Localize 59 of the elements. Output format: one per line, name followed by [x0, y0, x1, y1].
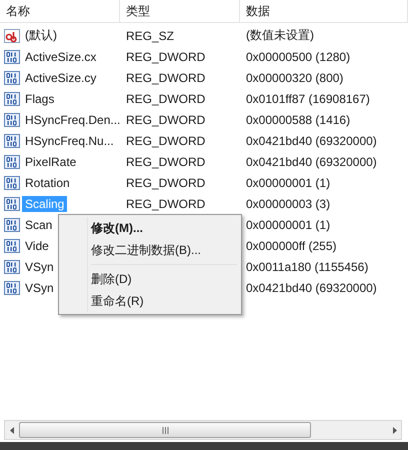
string-value-icon — [4, 28, 20, 42]
menu-item[interactable]: 修改(M)... — [61, 217, 239, 239]
binary-value-icon — [4, 154, 20, 168]
value-name[interactable]: Vide — [22, 238, 52, 254]
binary-value-icon — [4, 218, 20, 232]
binary-value-icon — [4, 70, 20, 84]
value-name[interactable]: HSyncFreq.Nu... — [22, 132, 117, 148]
value-name[interactable]: Rotation — [22, 174, 73, 190]
value-name[interactable]: (默认) — [22, 26, 60, 45]
menu-item[interactable]: 删除(D) — [61, 268, 239, 290]
value-type: REG_DWORD — [125, 70, 206, 84]
value-name[interactable]: HSyncFreq.Den... — [22, 112, 124, 128]
value-type: REG_DWORD — [125, 196, 206, 210]
value-data: 0x00000003 (3) — [245, 196, 332, 210]
value-type: REG_DWORD — [125, 134, 206, 148]
binary-value-icon — [4, 238, 20, 252]
value-data: 0x00000500 (1280) — [245, 50, 352, 64]
value-data: 0x0101ff87 (16908167) — [245, 92, 371, 106]
value-data: 0x0421bd40 (69320000) — [245, 280, 378, 294]
value-data: 0x00000320 (800) — [245, 70, 344, 84]
value-data: 0x000000ff (255) — [245, 238, 338, 252]
scroll-thumb[interactable] — [19, 422, 311, 438]
value-type: REG_DWORD — [125, 92, 206, 106]
value-type: REG_DWORD — [125, 176, 206, 190]
binary-value-icon — [4, 50, 20, 64]
grip-icon — [162, 426, 168, 434]
value-name[interactable]: VSyn — [22, 258, 57, 274]
value-data: 0x0011a180 (1155456) — [245, 260, 370, 274]
binary-value-icon — [4, 92, 20, 106]
column-header[interactable]: 名称 — [0, 0, 120, 22]
binary-value-icon — [4, 260, 20, 274]
binary-value-icon — [4, 112, 20, 126]
column-header[interactable]: 类型 — [120, 0, 240, 22]
value-name[interactable]: Flags — [22, 90, 58, 106]
value-data: 0x00000001 (1) — [245, 176, 332, 190]
value-type: REG_DWORD — [125, 154, 206, 168]
menu-item[interactable]: 重命名(R) — [61, 290, 239, 312]
binary-value-icon — [4, 280, 20, 294]
value-name[interactable]: PixelRate — [22, 154, 80, 170]
value-name[interactable]: ActiveSize.cy — [22, 70, 100, 86]
scroll-right-icon[interactable] — [392, 426, 396, 434]
value-data: 0x0421bd40 (69320000) — [245, 154, 378, 168]
binary-value-icon — [4, 176, 20, 190]
value-type: REG_SZ — [125, 28, 176, 42]
value-name[interactable]: ActiveSize.cx — [22, 48, 100, 64]
value-data: 0x00000001 (1) — [245, 218, 332, 232]
menu-item[interactable]: 修改二进制数据(B)... — [61, 239, 239, 261]
value-data: 0x0421bd40 (69320000) — [245, 134, 378, 148]
value-data: 0x00000588 (1416) — [245, 112, 352, 126]
binary-value-icon — [4, 196, 20, 210]
value-name[interactable]: VSyn — [22, 280, 57, 296]
value-data: (数值未设置) — [245, 27, 315, 44]
value-type: REG_DWORD — [125, 50, 206, 64]
column-header[interactable]: 数据 — [240, 0, 408, 22]
value-type: REG_DWORD — [125, 112, 206, 126]
binary-value-icon — [4, 134, 20, 148]
horizontal-scrollbar[interactable] — [4, 420, 402, 440]
scroll-left-icon[interactable] — [10, 426, 14, 434]
value-name[interactable]: Scan — [22, 216, 56, 232]
